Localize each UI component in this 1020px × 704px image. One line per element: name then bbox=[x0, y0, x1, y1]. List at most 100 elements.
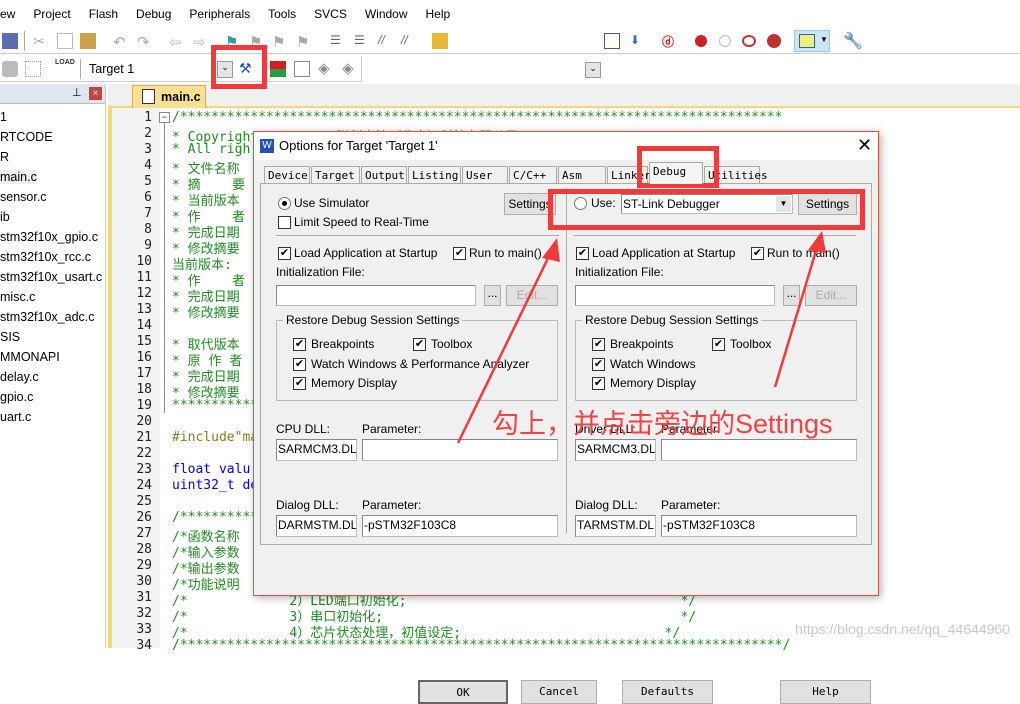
ok-button[interactable]: OK bbox=[418, 680, 508, 704]
forward-icon[interactable]: ⇨ bbox=[193, 33, 209, 51]
tree-item[interactable]: sensor.c bbox=[0, 190, 47, 204]
undo-icon[interactable]: ↶ bbox=[113, 33, 129, 51]
disable-all-breakpoints-icon[interactable] bbox=[742, 35, 756, 47]
select-packs-icon[interactable] bbox=[294, 61, 310, 77]
toolbox-checkbox[interactable]: ✔ bbox=[413, 338, 426, 351]
kill-all-breakpoints-icon[interactable] bbox=[767, 34, 781, 48]
tab-target[interactable]: Target bbox=[311, 166, 360, 184]
target-select[interactable]: Target 1 bbox=[89, 62, 134, 76]
translate-icon[interactable] bbox=[2, 61, 18, 77]
tab-debug[interactable]: Debug bbox=[649, 162, 703, 184]
debug-session-icon[interactable]: ⓓ bbox=[662, 33, 674, 50]
cpu-param-input[interactable] bbox=[362, 439, 558, 461]
next-bookmark-icon[interactable]: ⚑ bbox=[272, 33, 288, 51]
init-file-input[interactable] bbox=[276, 285, 476, 306]
init-file-edit-button[interactable]: Edit... bbox=[506, 285, 558, 306]
breakpoints-checkbox[interactable]: ✔ bbox=[293, 338, 306, 351]
tab-user[interactable]: User bbox=[462, 166, 508, 184]
toolbox-checkbox-right[interactable]: ✔ bbox=[712, 338, 725, 351]
menu-flash[interactable]: Flash bbox=[80, 7, 127, 21]
cpu-dll-input[interactable]: SARMCM3.DLL bbox=[276, 439, 357, 461]
tab-asm[interactable]: Asm bbox=[558, 166, 606, 184]
incremental-find-icon[interactable]: ⬇ bbox=[630, 33, 640, 47]
memory-display-checkbox-right[interactable]: ✔ bbox=[592, 377, 605, 390]
help-button[interactable]: Help bbox=[780, 680, 871, 704]
tree-item[interactable]: stm32f10x_gpio.c bbox=[0, 230, 98, 244]
tree-item[interactable]: MMONAPI bbox=[0, 350, 60, 364]
manage-components-icon[interactable] bbox=[270, 61, 286, 77]
tree-item[interactable]: delay.c bbox=[0, 370, 39, 384]
disable-breakpoint-icon[interactable] bbox=[719, 35, 731, 47]
close-panel-icon[interactable]: × bbox=[89, 87, 102, 100]
tree-item[interactable]: RTCODE bbox=[0, 130, 53, 144]
run-to-main-checkbox[interactable]: ✔ bbox=[453, 247, 466, 260]
cut-icon[interactable]: ✂ bbox=[33, 33, 49, 49]
tree-item[interactable]: main.c bbox=[0, 170, 37, 184]
menu-peripherals[interactable]: Peripherals bbox=[180, 7, 259, 21]
comment-icon[interactable]: // bbox=[378, 33, 394, 49]
menu-debug[interactable]: Debug bbox=[127, 7, 180, 21]
back-icon[interactable]: ⇦ bbox=[169, 33, 185, 51]
run-to-main-checkbox-right[interactable]: ✔ bbox=[751, 247, 764, 260]
find-dropdown[interactable]: ⌄ bbox=[585, 62, 601, 78]
load-app-checkbox-right[interactable]: ✔ bbox=[576, 247, 589, 260]
init-file-browse-button[interactable]: ... bbox=[484, 285, 501, 306]
tree-item[interactable]: stm32f10x_usart.c bbox=[0, 270, 102, 284]
tab-cc[interactable]: C/C++ bbox=[509, 166, 557, 184]
menu-window[interactable]: Window bbox=[356, 7, 417, 21]
tab-main-c[interactable]: main.c bbox=[132, 85, 206, 108]
watch-windows-checkbox[interactable]: ✔ bbox=[293, 358, 306, 371]
tab-listing[interactable]: Listing bbox=[408, 166, 461, 184]
driver-dll-input[interactable]: SARMCM3.DLL bbox=[575, 439, 656, 461]
dialog-dll-input-right[interactable]: TARMSTM.DLL bbox=[575, 515, 656, 537]
paste-icon[interactable] bbox=[80, 33, 96, 49]
copy-icon[interactable] bbox=[57, 33, 73, 49]
tree-item[interactable]: stm32f10x_adc.c bbox=[0, 310, 95, 324]
pack-installer-icon[interactable]: ◈ bbox=[318, 59, 330, 77]
use-simulator-radio[interactable] bbox=[278, 197, 291, 210]
breakpoints-checkbox-right[interactable]: ✔ bbox=[592, 338, 605, 351]
init-file-input-right[interactable] bbox=[575, 285, 775, 306]
tree-item[interactable]: SIS bbox=[0, 330, 20, 344]
driver-param-input[interactable] bbox=[661, 439, 857, 461]
tree-item[interactable]: R bbox=[0, 150, 9, 164]
dialog-param-input[interactable]: -pSTM32F103C8 bbox=[362, 515, 558, 537]
menu-project[interactable]: Project bbox=[24, 7, 79, 21]
tree-item[interactable]: misc.c bbox=[0, 290, 35, 304]
menu-tools[interactable]: Tools bbox=[259, 7, 305, 21]
tree-item[interactable]: uart.c bbox=[0, 410, 31, 424]
software-packs-icon[interactable]: ◈ bbox=[342, 59, 354, 77]
load-app-checkbox[interactable]: ✔ bbox=[278, 247, 291, 260]
download-icon[interactable]: LOAD bbox=[55, 59, 75, 66]
dialog-param-input-right[interactable]: -pSTM32F103C8 bbox=[661, 515, 857, 537]
open-folder-icon[interactable] bbox=[432, 33, 448, 49]
init-file-edit-button-right[interactable]: Edit... bbox=[805, 285, 857, 306]
breakpoint-icon[interactable] bbox=[695, 35, 707, 47]
indent-icon[interactable]: ☰ bbox=[330, 33, 346, 49]
memory-display-checkbox[interactable]: ✔ bbox=[293, 377, 306, 390]
pin-icon[interactable]: ⊥ bbox=[72, 86, 82, 99]
watch-windows-checkbox-right[interactable]: ✔ bbox=[592, 358, 605, 371]
tree-item[interactable]: stm32f10x_rcc.c bbox=[0, 250, 91, 264]
configure-icon[interactable]: 🔧 bbox=[843, 31, 863, 51]
tree-item[interactable]: gpio.c bbox=[0, 390, 33, 404]
tree-item[interactable]: 1 bbox=[0, 110, 7, 124]
tab-device[interactable]: Device bbox=[264, 166, 310, 184]
menu-view[interactable]: ew bbox=[0, 7, 24, 21]
init-file-browse-button-right[interactable]: ... bbox=[783, 285, 800, 306]
uncomment-icon[interactable]: // bbox=[401, 33, 417, 49]
window-layout-dropdown[interactable]: ▼ bbox=[794, 30, 830, 52]
cancel-button[interactable]: Cancel bbox=[521, 680, 597, 704]
limit-speed-checkbox[interactable] bbox=[278, 216, 291, 229]
tab-output[interactable]: Output bbox=[361, 166, 407, 184]
defaults-button[interactable]: Defaults bbox=[622, 680, 713, 704]
dialog-dll-input[interactable]: DARMSTM.DLL bbox=[276, 515, 357, 537]
close-icon[interactable]: ✕ bbox=[857, 135, 872, 156]
menu-help[interactable]: Help bbox=[417, 7, 460, 21]
save-all-icon[interactable] bbox=[2, 33, 18, 49]
clear-bookmarks-icon[interactable]: ⚑ bbox=[296, 33, 312, 51]
fold-collapse-icon[interactable]: − bbox=[159, 112, 170, 123]
redo-icon[interactable]: ↷ bbox=[137, 33, 153, 51]
tree-item[interactable]: ib bbox=[0, 210, 10, 224]
build-icon[interactable] bbox=[25, 61, 41, 77]
